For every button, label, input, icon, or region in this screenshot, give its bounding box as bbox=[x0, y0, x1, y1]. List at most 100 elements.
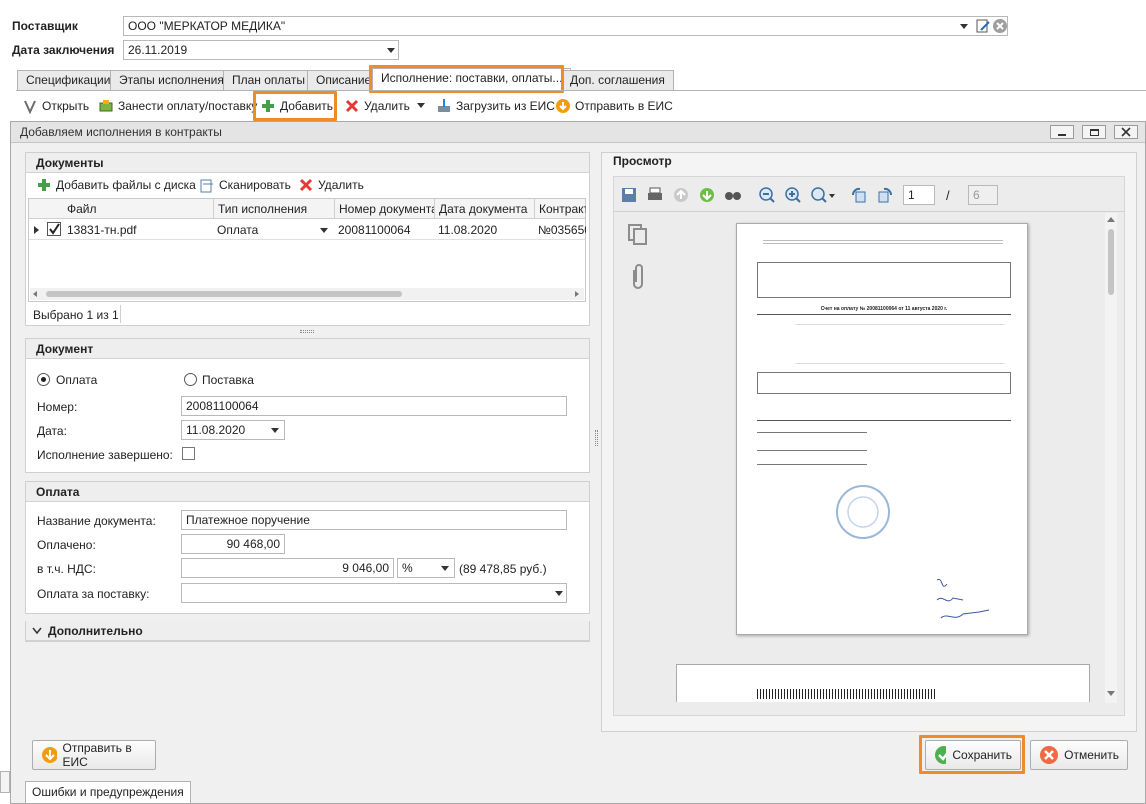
row-indicator-icon bbox=[34, 226, 39, 234]
open-button[interactable]: Открыть bbox=[18, 94, 93, 118]
zoom-in-icon[interactable] bbox=[784, 186, 802, 204]
preview-toolbar-divider bbox=[614, 211, 1124, 212]
minimize-button[interactable] bbox=[1050, 125, 1074, 139]
date-dropdown-icon[interactable] bbox=[387, 48, 395, 53]
zoom-menu-icon[interactable] bbox=[810, 186, 828, 204]
doc-name-input[interactable]: Платежное поручение bbox=[181, 510, 567, 530]
save-highlight bbox=[919, 735, 1025, 774]
date-field[interactable]: 26.11.2019 bbox=[123, 40, 399, 60]
maximize-button[interactable] bbox=[1082, 125, 1106, 139]
add-files-label: Добавить файлы с диска bbox=[56, 178, 196, 192]
bottom-left-stub bbox=[0, 771, 10, 793]
scroll-up-icon[interactable] bbox=[1107, 217, 1115, 222]
selected-count: Выбрано 1 из 1 bbox=[33, 308, 119, 322]
scroll-left-icon[interactable] bbox=[33, 291, 37, 297]
col-file[interactable]: Файл bbox=[63, 199, 213, 219]
save-doc-icon[interactable] bbox=[620, 186, 638, 204]
load-eis-button[interactable]: Загрузить из ЕИС bbox=[432, 94, 559, 118]
plus-icon bbox=[38, 179, 50, 191]
next-page-icon[interactable] bbox=[698, 186, 716, 204]
scroll-right-icon[interactable] bbox=[575, 291, 579, 297]
delete-label: Удалить bbox=[364, 99, 410, 113]
send-eis-button[interactable]: Отправить в ЕИС bbox=[32, 740, 156, 770]
col-number[interactable]: Номер документа bbox=[334, 199, 434, 219]
row-checkbox[interactable] bbox=[47, 222, 61, 236]
print-icon[interactable] bbox=[646, 186, 664, 204]
scan-button[interactable]: Сканировать bbox=[195, 174, 295, 196]
edit-icon[interactable] bbox=[975, 18, 991, 34]
rotate-right-icon[interactable] bbox=[876, 186, 894, 204]
date-doc-dropdown-icon[interactable] bbox=[271, 428, 279, 433]
attachment-icon[interactable] bbox=[628, 262, 648, 292]
splitter-handle[interactable] bbox=[300, 330, 314, 333]
close-icon bbox=[1121, 127, 1131, 137]
delete-icon bbox=[345, 99, 359, 113]
payment-heading: Оплата bbox=[26, 482, 589, 502]
number-input[interactable]: 20081100064 bbox=[181, 396, 567, 416]
vat-unit-dropdown-icon[interactable] bbox=[441, 566, 449, 571]
page-number-input[interactable]: 1 bbox=[903, 185, 935, 205]
delivery-pay-dropdown-icon[interactable] bbox=[555, 591, 563, 596]
delete-file-button[interactable]: Удалить bbox=[294, 174, 368, 196]
cell-type[interactable]: Оплата bbox=[213, 220, 318, 240]
radio-payment[interactable] bbox=[37, 373, 50, 386]
preview-scrollbar[interactable] bbox=[1105, 213, 1117, 703]
chevron-down-icon[interactable] bbox=[32, 627, 42, 635]
send-icon bbox=[42, 747, 57, 763]
vat-rub: (89 478,85 руб.) bbox=[459, 562, 547, 576]
scroll-thumb[interactable] bbox=[46, 291, 402, 297]
find-icon[interactable] bbox=[724, 186, 742, 204]
radio-delivery[interactable] bbox=[184, 373, 197, 386]
paid-input[interactable]: 90 468,00 bbox=[181, 534, 285, 554]
col-contract[interactable]: Контракт bbox=[534, 199, 586, 219]
tab-errors[interactable]: Ошибки и предупреждения bbox=[25, 781, 191, 803]
rotate-left-icon[interactable] bbox=[850, 186, 868, 204]
date-doc-input[interactable]: 11.08.2020 bbox=[181, 420, 285, 440]
add-highlight bbox=[253, 91, 337, 121]
zoom-dropdown-icon[interactable] bbox=[829, 194, 835, 198]
cancel-button[interactable]: Отменить bbox=[1030, 740, 1128, 770]
supplier-dropdown-icon[interactable] bbox=[960, 24, 968, 29]
status-divider bbox=[120, 305, 121, 323]
grid-scrollbar[interactable] bbox=[30, 288, 584, 300]
tab-payment-plan[interactable]: План оплаты bbox=[223, 70, 314, 90]
vat-input[interactable]: 9 046,00 bbox=[181, 558, 394, 578]
load-eis-label: Загрузить из ЕИС bbox=[456, 99, 555, 113]
clear-icon[interactable] bbox=[992, 18, 1008, 34]
vertical-splitter[interactable] bbox=[595, 430, 598, 446]
scroll-down-icon[interactable] bbox=[1107, 691, 1115, 696]
radio-delivery-label: Поставка bbox=[202, 373, 254, 387]
send-eis-toolbar-label: Отправить в ЕИС bbox=[575, 99, 673, 113]
page-current: 1 bbox=[908, 188, 915, 202]
send-eis-toolbar-button[interactable]: Отправить в ЕИС bbox=[551, 94, 677, 118]
delete-button[interactable]: Удалить bbox=[340, 94, 414, 118]
paid-value: 90 468,00 bbox=[226, 537, 280, 551]
delivery-pay-select[interactable] bbox=[181, 583, 567, 603]
cancel-label: Отменить bbox=[1064, 748, 1119, 762]
col-date[interactable]: Дата документа bbox=[434, 199, 534, 219]
cell-type-dropdown-icon[interactable] bbox=[320, 228, 328, 233]
tab-specifications[interactable]: Спецификации bbox=[17, 70, 120, 90]
col-type[interactable]: Тип исполнения bbox=[213, 199, 333, 219]
doc-name-label: Название документа: bbox=[37, 514, 156, 528]
prev-page-icon[interactable] bbox=[672, 186, 690, 204]
supplier-field[interactable]: ООО "МЕРКАТОР МЕДИКА" bbox=[123, 16, 1008, 36]
page-total-field: 6 bbox=[968, 185, 998, 205]
documents-heading: Документы bbox=[26, 153, 589, 173]
preview-scroll-thumb[interactable] bbox=[1108, 229, 1114, 295]
close-button[interactable] bbox=[1114, 125, 1138, 139]
delete-dropdown-icon[interactable] bbox=[417, 103, 425, 108]
send-icon bbox=[556, 99, 570, 113]
cell-number: 20081100064 bbox=[338, 223, 411, 237]
zoom-out-icon[interactable] bbox=[758, 186, 776, 204]
completed-checkbox[interactable] bbox=[182, 447, 195, 460]
enter-payment-button[interactable]: Занести оплату/поставку bbox=[94, 94, 261, 118]
extra-heading[interactable]: Дополнительно bbox=[26, 621, 589, 641]
tab-additional-agreements[interactable]: Доп. соглашения bbox=[561, 70, 674, 90]
preview-heading: Просмотр bbox=[613, 154, 672, 168]
tab-divider bbox=[16, 90, 1146, 91]
pages-icon[interactable] bbox=[626, 222, 650, 246]
doc-name-value: Платежное поручение bbox=[186, 513, 310, 527]
tab-stages[interactable]: Этапы исполнения bbox=[110, 70, 233, 90]
add-files-button[interactable]: Добавить файлы с диска bbox=[32, 174, 200, 196]
